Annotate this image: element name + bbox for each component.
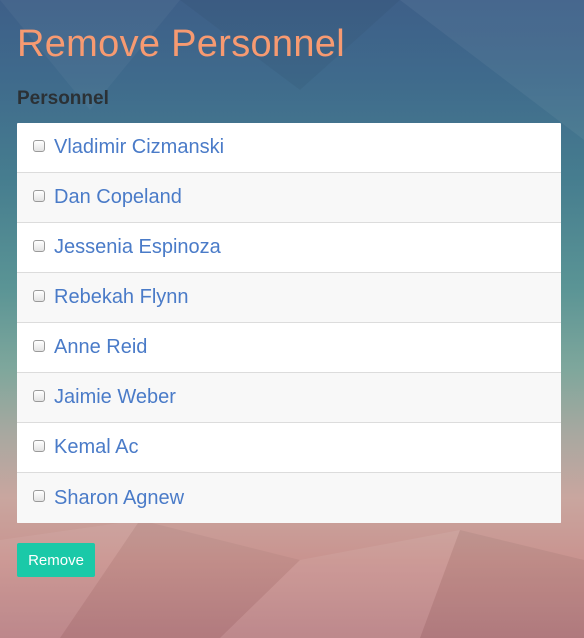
personnel-name[interactable]: Jessenia Espinoza <box>54 236 221 259</box>
personnel-row: Rebekah Flynn <box>17 273 561 323</box>
personnel-name[interactable]: Vladimir Cizmanski <box>54 136 224 159</box>
personnel-row: Dan Copeland <box>17 173 561 223</box>
remove-button[interactable]: Remove <box>17 543 95 577</box>
personnel-checkbox[interactable] <box>33 339 45 352</box>
personnel-name[interactable]: Jaimie Weber <box>54 386 176 409</box>
personnel-name[interactable]: Anne Reid <box>54 336 147 359</box>
main-content: Remove Personnel Personnel Vladimir Cizm… <box>0 0 584 577</box>
personnel-checkbox[interactable] <box>33 189 45 202</box>
personnel-name[interactable]: Dan Copeland <box>54 186 182 209</box>
personnel-checkbox[interactable] <box>33 439 45 452</box>
personnel-row: Anne Reid <box>17 323 561 373</box>
personnel-row: Kemal Ac <box>17 423 561 473</box>
personnel-list: Vladimir Cizmanski Dan Copeland Jessenia… <box>17 123 561 523</box>
page-title: Remove Personnel <box>17 23 345 65</box>
personnel-row: Jessenia Espinoza <box>17 223 561 273</box>
personnel-checkbox[interactable] <box>33 389 45 402</box>
personnel-checkbox[interactable] <box>33 139 45 152</box>
personnel-name[interactable]: Sharon Agnew <box>54 487 184 510</box>
personnel-name[interactable]: Rebekah Flynn <box>54 286 189 309</box>
personnel-checkbox[interactable] <box>33 289 45 302</box>
personnel-label: Personnel <box>17 88 109 109</box>
personnel-row: Sharon Agnew <box>17 473 561 523</box>
personnel-checkbox[interactable] <box>33 490 45 502</box>
personnel-name[interactable]: Kemal Ac <box>54 436 138 459</box>
personnel-row: Vladimir Cizmanski <box>17 123 561 173</box>
personnel-row: Jaimie Weber <box>17 373 561 423</box>
personnel-checkbox[interactable] <box>33 239 45 252</box>
